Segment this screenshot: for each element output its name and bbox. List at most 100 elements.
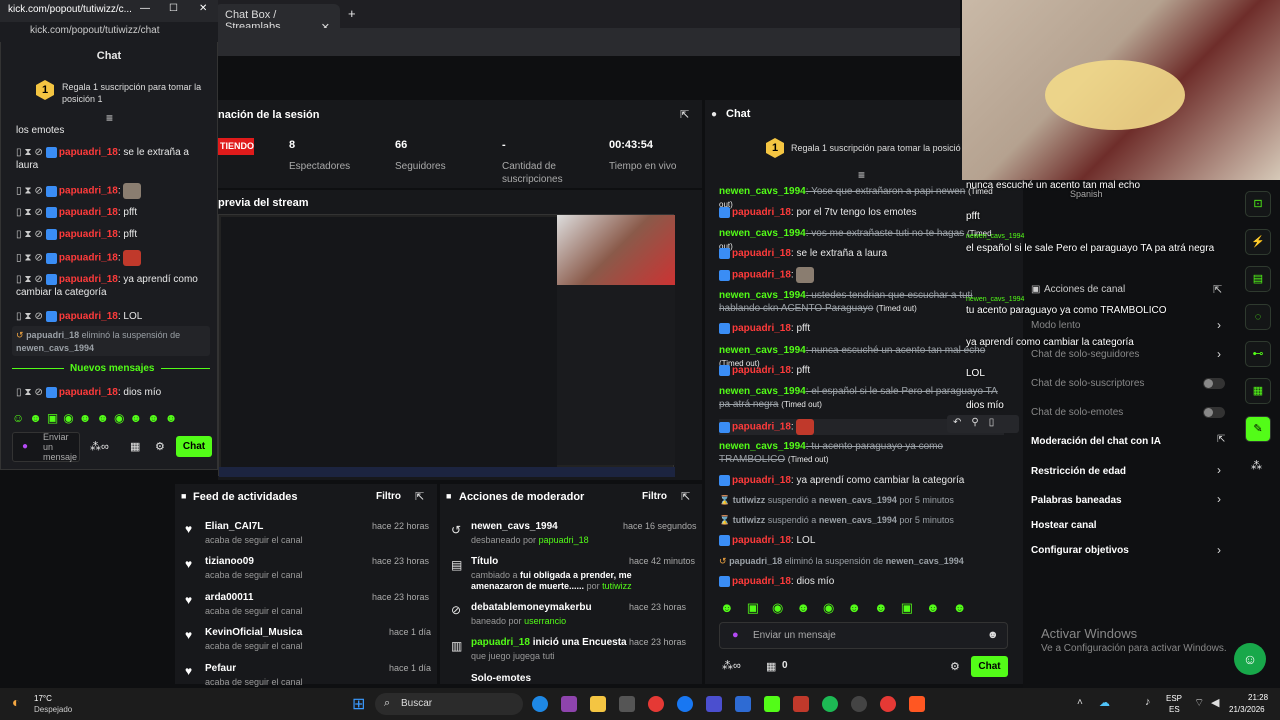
notice-user[interactable]: tutiwizz [733, 515, 766, 525]
notice-user[interactable]: tutiwizz [733, 495, 766, 505]
volume-icon[interactable]: ◀ [1211, 696, 1219, 709]
chat-username[interactable]: papuadri_18 [732, 323, 791, 334]
feed-item-name[interactable]: Pefaur [205, 663, 236, 674]
banned-words-item[interactable]: Palabras baneadas [1031, 495, 1122, 506]
chat-username[interactable]: newen_cavs_1994 [719, 441, 806, 452]
points-icon[interactable]: ⁂∞ [722, 659, 741, 672]
mod-item-name[interactable]: Título [471, 556, 498, 567]
mod-item-by[interactable]: papuadri_18 [539, 535, 589, 545]
emote-icon[interactable]: ▣ [747, 600, 772, 615]
notice-target[interactable]: newen_cavs_1994 [819, 495, 897, 505]
close-icon[interactable]: ✕ [199, 3, 207, 14]
brave-icon[interactable] [909, 696, 925, 712]
pin-toggle-icon[interactable]: ≡ [858, 168, 865, 182]
chat-username[interactable]: papuadri_18 [59, 186, 118, 197]
emote-icon[interactable]: ☻ [165, 411, 183, 425]
mod-item-name[interactable]: Solo-emotes [471, 673, 531, 684]
followers-only-item[interactable]: Chat de solo-seguidores [1031, 349, 1139, 360]
chat-username[interactable]: newen_cavs_1994 [719, 228, 806, 239]
emote-icon[interactable]: ☻ [953, 600, 980, 615]
mod-action-icons[interactable]: ▯⧗⊘ [16, 387, 46, 398]
mod-item-by[interactable]: userrancio [524, 616, 566, 626]
feed-item-name[interactable]: tizianoo09 [205, 556, 254, 567]
emote-icon[interactable]: ◉ [772, 600, 796, 615]
chat-username[interactable]: papuadri_18 [732, 365, 791, 376]
popout-url-bar[interactable]: kick.com/popout/tutiwizz/chat [0, 22, 218, 42]
emote-icon[interactable]: ☻ [130, 411, 148, 425]
spotify-icon[interactable] [822, 696, 838, 712]
mic-icon[interactable]: ● [22, 441, 28, 452]
popout-gift-banner[interactable]: Regala 1 suscripción para tomar la posic… [62, 81, 202, 105]
chrome-icon-2[interactable] [880, 696, 896, 712]
channel-actions-expand-icon[interactable]: ⇱ [1213, 283, 1222, 296]
chat-username[interactable]: papuadri_18 [732, 422, 791, 433]
settings-gear-icon[interactable]: ⚙ [950, 660, 960, 673]
emote-icon[interactable]: ☻ [96, 411, 114, 425]
emote-icon[interactable]: ☻ [847, 600, 874, 615]
taskbar-search[interactable]: ⌕ Buscar [375, 693, 523, 715]
mod-expand-icon[interactable]: ⇱ [681, 490, 690, 503]
mod-item-user[interactable]: papuadri_18 [471, 637, 530, 648]
popout-chat-button[interactable]: Chat [176, 436, 212, 457]
notice-target[interactable]: newen_cavs_1994 [886, 556, 964, 566]
wifi-icon[interactable]: ⌔ [1194, 696, 1204, 710]
emotes-only-item[interactable]: Chat de solo-emotes [1031, 407, 1123, 418]
lang-2[interactable]: ES [1169, 705, 1180, 714]
chat-username[interactable]: papuadri_18 [59, 207, 118, 218]
subs-only-item[interactable]: Chat de solo-suscriptores [1031, 378, 1144, 389]
sidebar-btn-2[interactable]: ⚡ [1245, 229, 1271, 255]
ai-moderation-item[interactable]: Moderación del chat con IA [1031, 436, 1161, 447]
set-goals-item[interactable]: Configurar objetivos [1031, 545, 1129, 556]
chat-username[interactable]: papuadri_18 [59, 147, 118, 158]
emote-icon[interactable]: ◉ [114, 411, 129, 425]
feed-item-name[interactable]: KevinOficial_Musica [205, 627, 302, 638]
chat-username[interactable]: newen_cavs_1994 [719, 290, 806, 301]
mod-action-icons[interactable]: ▯⧗⊘ [16, 253, 46, 264]
mod-action-icons[interactable]: ▯⧗⊘ [16, 229, 46, 240]
feed-item-name[interactable]: Elian_CAI7L [205, 521, 263, 532]
tab-streamlabs[interactable]: Chat Box / Streamlabs ✕ [215, 4, 340, 34]
settings-gear-icon[interactable]: ⚙ [155, 440, 165, 453]
subs-only-toggle[interactable] [1203, 378, 1225, 389]
notice-user[interactable]: papuadri_18 [26, 330, 79, 340]
chat-username[interactable]: newen_cavs_1994 [719, 386, 806, 397]
emote-icon[interactable]: ☻ [79, 411, 97, 425]
mod-item-name[interactable]: papuadri_18 inició una Encuesta [471, 637, 627, 648]
mod-filter-button[interactable]: Filtro [642, 491, 667, 502]
new-tab-button[interactable]: + [348, 6, 356, 21]
lang-1[interactable]: ESP [1166, 694, 1182, 703]
chat-username[interactable]: papuadri_18 [732, 207, 791, 218]
chat-username[interactable]: papuadri_18 [732, 270, 791, 281]
clock-date[interactable]: 21/3/2026 [1229, 705, 1265, 714]
windows-start-icon[interactable]: ⊞ [352, 694, 365, 714]
chat-username[interactable]: papuadri_18 [732, 535, 791, 546]
pin-icon[interactable]: ⚲ [971, 417, 988, 428]
dots-icon[interactable]: ⁂ [1251, 459, 1262, 472]
gift-icon[interactable]: ▦ [130, 440, 140, 453]
mod-action-icons[interactable]: ▯⧗⊘ [16, 311, 46, 322]
store-icon[interactable] [619, 696, 635, 712]
chat-username[interactable]: papuadri_18 [59, 387, 118, 398]
chat-username[interactable]: papuadri_18 [59, 311, 118, 322]
sidebar-btn-6[interactable]: ▦ [1245, 378, 1271, 404]
wrench-icon[interactable]: ✎ [1245, 416, 1271, 442]
host-channel-item[interactable]: Hostear canal [1031, 520, 1097, 531]
minimize-icon[interactable]: — [140, 3, 150, 14]
sidebar-btn-3[interactable]: ▤ [1245, 266, 1271, 292]
emote-icon[interactable]: ☻ [720, 600, 747, 615]
gift-sub-banner[interactable]: Regala 1 suscripción para tomar la posic… [791, 143, 961, 153]
trash-icon[interactable]: ▯ [989, 417, 1005, 428]
winrar-icon[interactable] [793, 696, 809, 712]
emotes-only-toggle[interactable] [1203, 407, 1225, 418]
chrome-icon[interactable] [648, 696, 664, 712]
feed-expand-icon[interactable]: ⇱ [415, 490, 424, 503]
mod-action-icons[interactable]: ▯⧗⊘ [16, 147, 46, 158]
emoji-icon[interactable]: ☻ [987, 629, 999, 641]
chat-send-button[interactable]: Chat [971, 656, 1008, 677]
mod-action-icons[interactable]: ▯⧗⊘ [16, 274, 46, 285]
mod-action-icons[interactable]: ▯⧗⊘ [16, 207, 46, 218]
points-icon[interactable]: ⁂∞ [90, 440, 109, 453]
emote-icon[interactable]: ☺ [12, 411, 29, 425]
popout-pin-toggle-icon[interactable]: ≡ [106, 111, 113, 125]
undo-icon[interactable]: ↶ [953, 417, 971, 428]
